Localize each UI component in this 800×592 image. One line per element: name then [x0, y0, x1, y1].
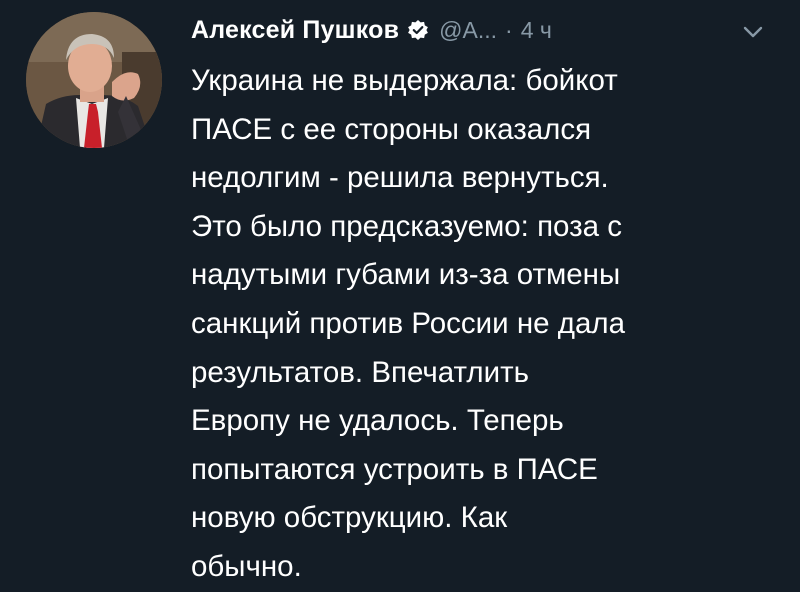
tweet-text-line: новую обструкцию. Как	[191, 501, 508, 535]
tweet-text-line: недолгим - решила вернуться.	[191, 161, 609, 195]
tweet-text-line: Это было предсказуемо: поза с	[191, 209, 622, 243]
tweet-text: Украина не выдержала: бойкот ПАСЕ с ее с…	[191, 57, 781, 592]
tweet-text-line: Европу не удалось. Теперь	[191, 404, 564, 438]
avatar[interactable]	[26, 12, 162, 148]
tweet-timestamp[interactable]: 4 ч	[521, 17, 552, 44]
avatar-photo	[26, 12, 162, 148]
separator-dot: ·	[505, 16, 513, 43]
tweet-header: Алексей Пушков @A... · 4 ч	[191, 10, 552, 50]
chevron-down-icon[interactable]	[742, 24, 764, 40]
author-name[interactable]: Алексей Пушков	[191, 16, 399, 45]
verified-badge-icon	[407, 19, 429, 41]
tweet-text-line: результатов. Впечатлить	[191, 355, 529, 389]
tweet-text-line: надутыми губами из-за отмены	[191, 258, 621, 292]
tweet-text-line: ПАСЕ с ее стороны оказался	[191, 112, 592, 146]
tweet-text-line: попытаются устроить в ПАСЕ	[191, 452, 598, 486]
author-handle[interactable]: @A...	[439, 17, 497, 44]
tweet-text-line: Украина не выдержала: бойкот	[191, 64, 618, 97]
tweet-text-line: санкций против России не дала	[191, 306, 625, 340]
tweet[interactable]: Алексей Пушков @A... · 4 ч Украина не вы…	[0, 0, 800, 583]
tweet-text-line: обычно.	[191, 549, 302, 583]
